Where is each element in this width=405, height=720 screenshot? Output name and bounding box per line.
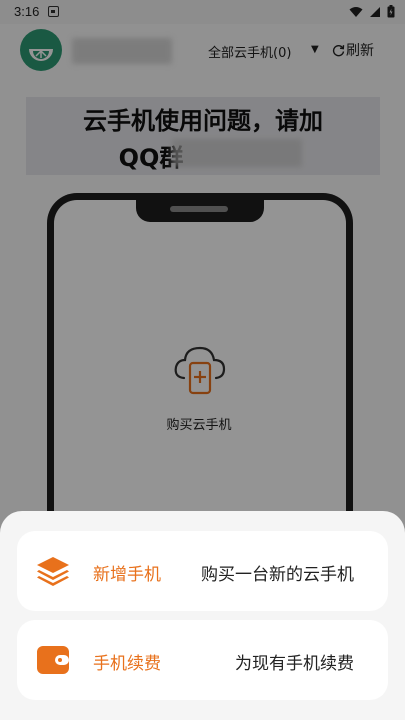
wallet-icon bbox=[37, 646, 69, 674]
action-sheet: 新增手机 购买一台新的云手机 手机续费 为现有手机续费 bbox=[0, 511, 405, 720]
option-renew-phone[interactable]: 手机续费 为现有手机续费 bbox=[17, 620, 388, 700]
option-renew-phone-desc: 为现有手机续费 bbox=[235, 654, 354, 674]
option-new-phone-title: 新增手机 bbox=[93, 565, 161, 585]
option-new-phone-desc: 购买一台新的云手机 bbox=[201, 565, 354, 585]
option-renew-phone-title: 手机续费 bbox=[93, 654, 161, 674]
option-new-phone[interactable]: 新增手机 购买一台新的云手机 bbox=[17, 531, 388, 611]
layers-icon bbox=[37, 557, 69, 586]
